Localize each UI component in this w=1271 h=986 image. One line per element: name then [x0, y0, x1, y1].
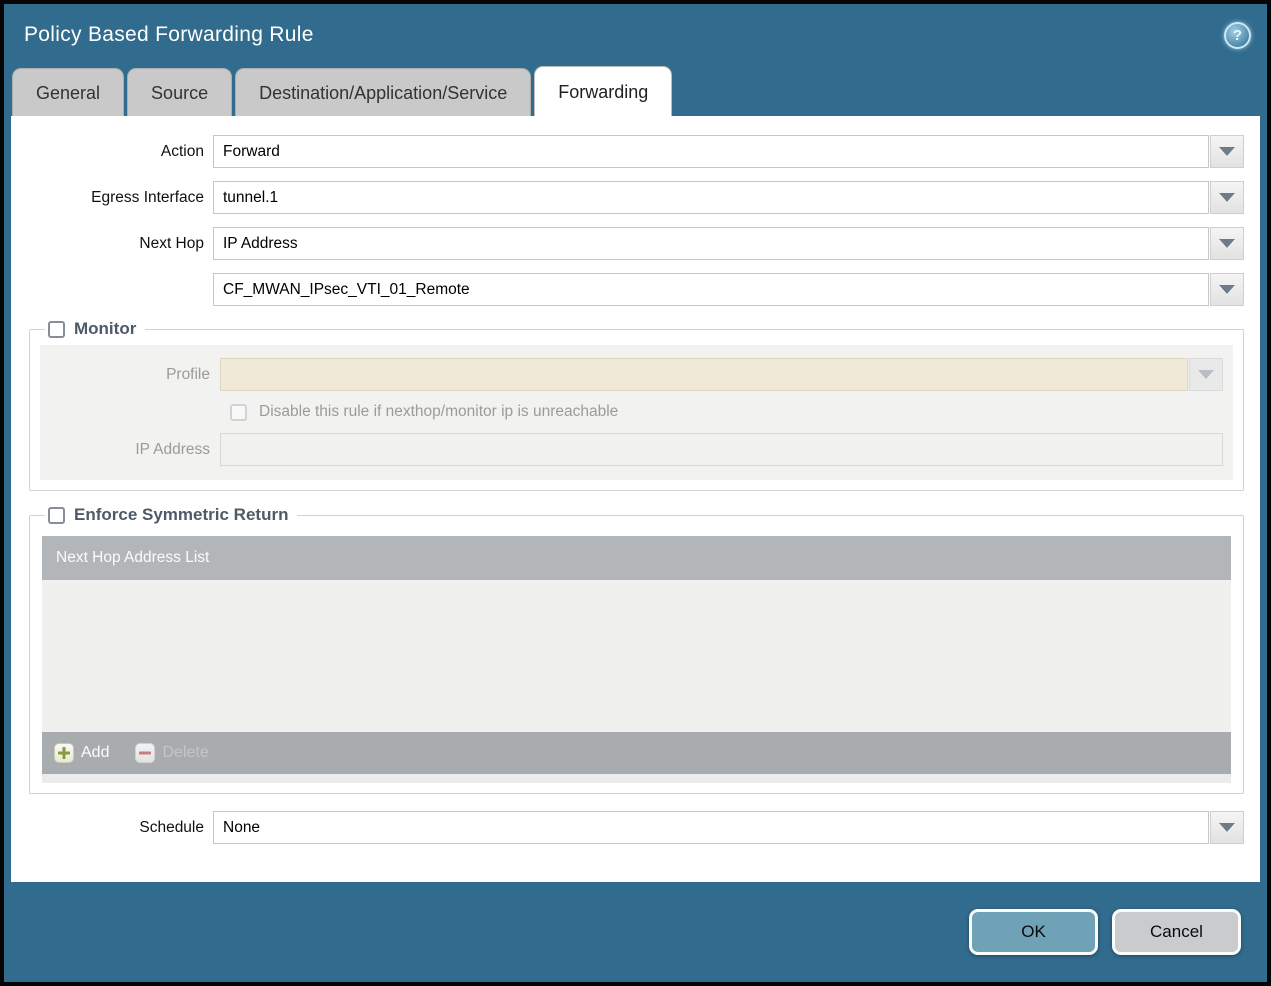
- monitor-ip-input: [220, 433, 1223, 466]
- help-icon[interactable]: ?: [1224, 21, 1251, 49]
- schedule-row: Schedule: [11, 811, 1244, 844]
- policy-forwarding-dialog: Policy Based Forwarding Rule ? General S…: [0, 0, 1271, 986]
- delete-button-label: Delete: [162, 744, 209, 761]
- add-plus-icon: [54, 743, 74, 763]
- next-hop-address-list-body[interactable]: [42, 580, 1231, 732]
- dialog-footer: OK Cancel: [4, 882, 1267, 982]
- cancel-button[interactable]: Cancel: [1112, 909, 1241, 955]
- monitor-checkbox[interactable]: [48, 320, 65, 338]
- egress-interface-input[interactable]: [213, 181, 1209, 214]
- action-dropdown-button[interactable]: [1210, 135, 1244, 168]
- monitor-ip-label: IP Address: [135, 440, 210, 458]
- disable-rule-checkbox: [230, 403, 247, 421]
- tab-general[interactable]: General: [12, 68, 125, 116]
- table-footer: Add Delete: [42, 732, 1231, 774]
- tab-content-forwarding: Action Egress Interface Next Hop: [11, 116, 1260, 882]
- dropdown-arrow-icon: [1198, 370, 1214, 379]
- egress-interface-dropdown-button[interactable]: [1210, 181, 1244, 214]
- next-hop-address-row: [11, 273, 1244, 306]
- dropdown-arrow-icon: [1219, 285, 1235, 294]
- ok-button[interactable]: OK: [969, 909, 1098, 955]
- schedule-input[interactable]: [213, 811, 1209, 844]
- next-hop-label: Next Hop: [139, 234, 204, 252]
- profile-label: Profile: [166, 365, 210, 383]
- tab-bar: General Source Destination/Application/S…: [4, 66, 1267, 116]
- disable-rule-row: Disable this rule if nexthop/monitor ip …: [40, 403, 1223, 421]
- next-hop-type-input[interactable]: [213, 227, 1209, 260]
- egress-interface-row: Egress Interface: [11, 181, 1244, 214]
- add-button-label: Add: [81, 744, 110, 761]
- title-bar: Policy Based Forwarding Rule ?: [4, 4, 1267, 66]
- dialog-title: Policy Based Forwarding Rule: [24, 23, 314, 46]
- delete-button[interactable]: Delete: [135, 743, 209, 763]
- next-hop-address-dropdown-button[interactable]: [1210, 273, 1244, 306]
- next-hop-row: Next Hop: [11, 227, 1244, 260]
- disable-rule-label: Disable this rule if nexthop/monitor ip …: [259, 403, 619, 420]
- tab-source[interactable]: Source: [127, 68, 233, 116]
- monitor-legend-text: Monitor: [74, 319, 137, 338]
- action-label: Action: [160, 142, 204, 160]
- schedule-dropdown-button[interactable]: [1210, 811, 1244, 844]
- dropdown-arrow-icon: [1219, 147, 1235, 156]
- next-hop-address-list-table: Next Hop Address List Add Delete: [42, 536, 1231, 783]
- action-row: Action: [11, 135, 1244, 168]
- symmetric-return-legend-text: Enforce Symmetric Return: [74, 505, 289, 524]
- monitor-ip-row: IP Address: [40, 433, 1223, 466]
- add-button[interactable]: Add: [54, 743, 109, 763]
- next-hop-type-dropdown-button[interactable]: [1210, 227, 1244, 260]
- dropdown-arrow-icon: [1219, 193, 1235, 202]
- dropdown-arrow-icon: [1219, 239, 1235, 248]
- monitor-group: Monitor Profile Disable this rule if nex…: [29, 319, 1244, 491]
- table-scrollbar-track[interactable]: [42, 774, 1231, 783]
- monitor-panel: Profile Disable this rule if nexthop/mon…: [40, 345, 1233, 480]
- monitor-legend: Monitor: [45, 319, 145, 339]
- egress-interface-label: Egress Interface: [91, 188, 204, 206]
- delete-minus-icon: [135, 743, 156, 763]
- profile-dropdown-button: [1189, 358, 1223, 391]
- tab-forwarding[interactable]: Forwarding: [534, 66, 673, 116]
- next-hop-address-input[interactable]: [213, 273, 1209, 306]
- dropdown-arrow-icon: [1219, 823, 1235, 832]
- tab-destination-application-service[interactable]: Destination/Application/Service: [235, 68, 532, 116]
- profile-input: [220, 358, 1188, 391]
- action-input[interactable]: [213, 135, 1209, 168]
- symmetric-return-group: Enforce Symmetric Return Next Hop Addres…: [29, 505, 1244, 794]
- profile-row: Profile: [40, 358, 1223, 391]
- schedule-label: Schedule: [139, 818, 204, 836]
- symmetric-return-checkbox[interactable]: [48, 506, 65, 524]
- next-hop-address-list-header: Next Hop Address List: [42, 536, 1231, 580]
- symmetric-return-legend: Enforce Symmetric Return: [45, 505, 297, 525]
